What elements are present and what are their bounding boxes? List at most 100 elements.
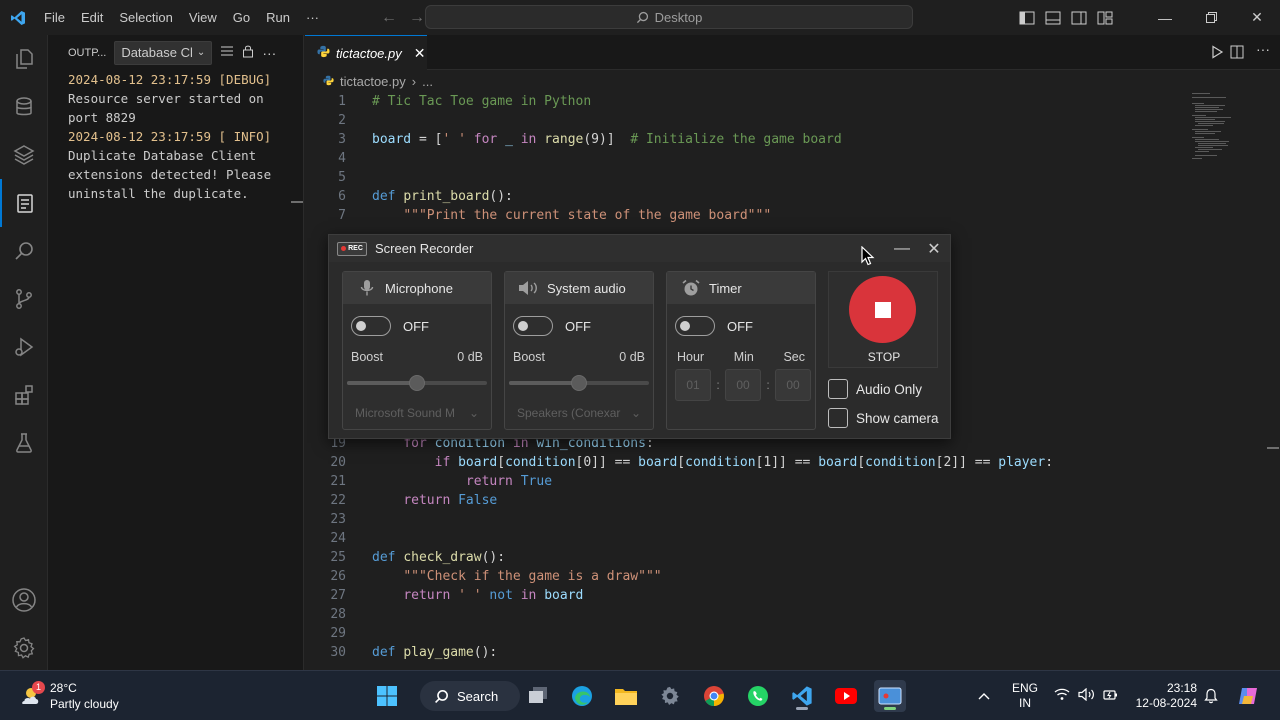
customize-layout-icon[interactable] [1092,0,1118,35]
system-tray-icons[interactable] [1054,671,1119,720]
search-icon[interactable] [0,227,48,275]
menu-item[interactable]: Run [258,0,298,35]
weather-widget[interactable]: 1 28°C Partly cloudy [18,680,119,712]
code-line[interactable]: 2 [305,111,346,130]
run-python-icon[interactable] [1210,45,1224,64]
microphone-boost-slider[interactable] [347,375,487,391]
stop-button[interactable] [849,276,916,343]
minimap[interactable] [1190,92,1260,172]
code-line[interactable]: 24 [305,529,346,548]
extensions-icon[interactable] [0,371,48,419]
code-line[interactable]: 6 def print_board(): [305,187,513,206]
clock[interactable]: 23:18 12-08-2024 [1133,671,1197,720]
code-line[interactable]: 20 if board[condition[0]] == board[condi… [305,453,1053,472]
show-hidden-icons-icon[interactable] [978,671,990,720]
vscode-taskbar-icon[interactable] [786,680,818,712]
close-icon[interactable]: ✕ [1234,0,1280,35]
menu-item[interactable]: File [36,0,73,35]
system-audio-toggle[interactable] [513,316,553,336]
system-audio-boost-slider[interactable] [509,375,649,391]
restore-icon[interactable] [1188,0,1234,35]
timer-toggle[interactable] [675,316,715,336]
slider-knob[interactable] [409,375,425,391]
database-icon[interactable] [0,83,48,131]
testing-flask-icon[interactable] [0,419,48,467]
code-line[interactable]: 3 board = [' ' for _ in range(9)] # Initi… [305,130,841,149]
chrome-icon[interactable] [698,680,730,712]
show-camera-checkbox[interactable] [828,408,848,428]
source-control-icon[interactable] [0,275,48,323]
toggle-sidebar-icon[interactable] [1014,0,1040,35]
menu-item[interactable]: Edit [73,0,111,35]
language-indicator[interactable]: ENG IN [1012,671,1038,720]
menu-item[interactable]: View [181,0,225,35]
menu-bar: File Edit Selection View Go Run ··· [36,0,327,35]
taskbar-search[interactable]: Search [420,681,520,711]
task-view-icon[interactable] [522,680,554,712]
breadcrumb-more[interactable]: ... [422,74,433,89]
recorder-close-icon[interactable]: ✕ [923,235,945,262]
tab-tictactoe[interactable]: tictactoe.py ✕ [305,35,427,70]
split-editor-icon[interactable] [1230,45,1244,64]
code-line[interactable]: 27 return ' ' not in board [305,586,583,605]
code-line[interactable]: 4 [305,149,346,168]
system-audio-card: System audio OFF Boost 0 dB Speakers (Co… [504,271,654,430]
breadcrumb-file[interactable]: tictactoe.py [340,74,406,89]
microphone-card: Microphone OFF Boost 0 dB Microsoft Soun… [342,271,492,430]
back-arrow-icon[interactable]: ← [375,9,403,27]
minimize-icon[interactable]: — [1142,0,1188,35]
output-notes-icon[interactable] [0,179,48,227]
code-line[interactable]: 22 return False [305,491,497,510]
code-line[interactable]: 7 """Print the current state of the game… [305,206,771,225]
menu-item[interactable]: ··· [298,0,327,35]
toggle-secondary-sidebar-icon[interactable] [1066,0,1092,35]
min-field[interactable]: 00 [725,369,761,401]
explorer-icon[interactable] [0,35,48,83]
hour-field[interactable]: 01 [675,369,711,401]
account-icon[interactable] [0,576,48,624]
settings-gear-icon[interactable] [0,624,48,672]
recorder-title-bar[interactable]: REC Screen Recorder [329,235,950,262]
whatsapp-icon[interactable] [742,680,774,712]
code-line[interactable]: 23 [305,510,346,529]
lock-icon[interactable] [242,44,254,61]
code-line[interactable]: 26 """Check if the game is a draw""" [305,567,661,586]
layers-icon[interactable] [0,131,48,179]
code-text: """Print the current state of the game b… [372,206,771,225]
filter-lines-icon[interactable] [220,45,234,60]
recorder-minimize-icon[interactable]: — [891,235,913,262]
sec-field[interactable]: 00 [775,369,811,401]
code-line[interactable]: 5 [305,168,346,187]
line-number: 5 [338,170,346,185]
code-line[interactable]: 30 def play_game(): [305,643,497,662]
notification-bell-icon[interactable] [1204,671,1218,720]
system-audio-device-select[interactable]: Speakers (Conexar ⌄ [517,403,641,423]
youtube-icon[interactable] [830,680,862,712]
settings-gear-icon[interactable] [654,680,686,712]
code-line[interactable]: 28 [305,605,346,624]
file-explorer-icon[interactable] [610,680,642,712]
editor-more-icon[interactable]: ··· [1256,41,1270,57]
tab-close-icon[interactable]: ✕ [414,45,426,62]
code-line[interactable]: 21 return True [305,472,552,491]
audio-only-checkbox[interactable] [828,379,848,399]
run-debug-icon[interactable] [0,323,48,371]
code-line[interactable]: 25 def check_draw(): [305,548,505,567]
more-actions-icon[interactable]: ··· [262,45,276,61]
code-line[interactable]: 29 [305,624,346,643]
command-center-search[interactable]: Desktop [425,5,913,29]
screen-recorder-taskbar-icon[interactable] [874,680,906,712]
show-camera-option[interactable]: Show camera [828,408,939,428]
code-line[interactable]: 1 # Tic Tac Toe game in Python [305,92,591,111]
slider-knob[interactable] [571,375,587,391]
microphone-device-select[interactable]: Microsoft Sound M ⌄ [355,403,479,423]
toggle-panel-icon[interactable] [1040,0,1066,35]
output-channel-select[interactable]: Database Cl ⌄ [114,40,213,65]
copilot-icon[interactable] [1236,671,1260,720]
menu-item[interactable]: Selection [111,0,180,35]
audio-only-option[interactable]: Audio Only [828,379,922,399]
menu-item[interactable]: Go [225,0,258,35]
microphone-toggle[interactable] [351,316,391,336]
start-windows-icon[interactable] [371,680,403,712]
edge-browser-icon[interactable] [566,680,598,712]
